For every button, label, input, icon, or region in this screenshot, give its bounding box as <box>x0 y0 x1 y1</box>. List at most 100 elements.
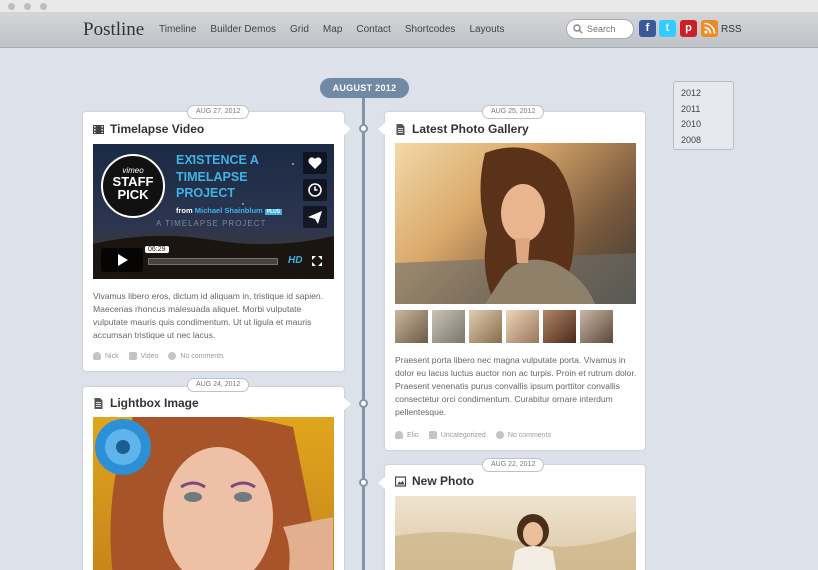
post-excerpt: Vivamus libero eros, dictum id aliquam i… <box>93 291 324 340</box>
post-card-timelapse-video: Timelapse Video vimeo STAFF PICK EXISTEN… <box>83 112 344 371</box>
post-title-text: Latest Photo Gallery <box>412 122 529 136</box>
post-comments-link[interactable]: No comments <box>180 353 223 360</box>
rss-link[interactable]: RSS <box>721 24 742 35</box>
facebook-icon[interactable]: f <box>639 20 656 37</box>
watch-later-button[interactable] <box>303 179 327 201</box>
post-date-badge: AUG 25, 2012 <box>482 105 545 119</box>
video-icon <box>93 124 104 134</box>
portrait-image <box>95 417 333 570</box>
gallery-thumbnail[interactable] <box>395 310 428 343</box>
post-card-latest-photo-gallery: Latest Photo Gallery Praesent porta libe… <box>385 112 645 450</box>
main-nav: Timeline Builder Demos Grid Map Contact … <box>159 24 518 35</box>
post-card-lightbox-image: Lightbox Image <box>83 387 344 570</box>
post-category-link[interactable]: Uncategorized <box>441 432 486 439</box>
top-navbar: Postline Timeline Builder Demos Grid Map… <box>0 13 818 48</box>
video-byline: from Michael Shainblum PLUS <box>176 206 283 215</box>
fullscreen-icon[interactable] <box>312 256 322 266</box>
card-pointer <box>378 477 385 489</box>
search-icon <box>573 24 583 34</box>
like-button[interactable] <box>303 152 327 174</box>
window-dot-minimize[interactable] <box>24 3 31 10</box>
video-progress-bar[interactable] <box>148 258 278 265</box>
clock-icon <box>308 183 322 197</box>
byline-prefix: from <box>176 206 193 215</box>
nav-item-shortcodes[interactable]: Shortcodes <box>405 24 456 35</box>
badge-main-text: STAFF PICK <box>112 174 154 202</box>
plus-badge: PLUS <box>264 209 283 215</box>
pinterest-icon[interactable]: p <box>680 20 697 37</box>
play-button[interactable] <box>101 248 143 272</box>
post-card-new-photo: New Photo <box>385 465 645 570</box>
post-excerpt: Praesent porta libero nec magna vulputat… <box>395 355 637 417</box>
post-title[interactable]: New Photo <box>395 474 474 488</box>
year-link-2012[interactable]: 2012 <box>681 86 733 102</box>
timeline-line <box>362 96 365 570</box>
nav-item-grid[interactable]: Grid <box>290 24 309 35</box>
lightbox-photo[interactable] <box>93 417 334 570</box>
post-date-badge: AUG 22, 2012 <box>482 458 545 472</box>
post-title[interactable]: Timelapse Video <box>93 122 204 136</box>
rss-icon[interactable] <box>701 20 718 37</box>
nav-item-builder-demos[interactable]: Builder Demos <box>210 24 276 35</box>
gallery-main-photo[interactable] <box>395 143 636 304</box>
user-icon <box>395 431 403 439</box>
search-box[interactable] <box>566 19 634 39</box>
gallery-thumbnail[interactable] <box>469 310 502 343</box>
post-title[interactable]: Lightbox Image <box>93 396 199 410</box>
nav-item-timeline[interactable]: Timeline <box>159 24 196 35</box>
new-photo-image[interactable] <box>395 496 636 570</box>
search-input[interactable] <box>587 24 631 34</box>
twitter-icon[interactable]: t <box>659 20 676 37</box>
timeline-month-label: AUGUST 2012 <box>320 78 409 98</box>
byline-author-link[interactable]: Michael Shainblum <box>195 206 263 215</box>
video-subtitle: A TIMELAPSE PROJECT <box>156 219 267 228</box>
document-icon <box>94 397 103 409</box>
year-link-2008[interactable]: 2008 <box>681 133 733 149</box>
video-time-label: 06:29 <box>145 246 169 253</box>
post-meta: Nick Video No comments <box>93 352 234 360</box>
hd-toggle[interactable]: HD <box>288 255 302 266</box>
folder-icon <box>428 431 437 439</box>
staff-pick-badge: vimeo STAFF PICK <box>101 154 165 218</box>
year-link-2010[interactable]: 2010 <box>681 117 733 133</box>
share-button[interactable] <box>303 206 327 228</box>
window-dot-close[interactable] <box>8 3 15 10</box>
nav-item-contact[interactable]: Contact <box>356 24 390 35</box>
vimeo-video-player[interactable]: vimeo STAFF PICK EXISTENCE A TIMELAPSE P… <box>93 144 334 279</box>
card-pointer <box>344 123 351 135</box>
user-icon <box>93 352 101 360</box>
post-meta: Elio Uncategorized No comments <box>395 431 561 439</box>
post-date-badge: AUG 27, 2012 <box>187 105 250 119</box>
nav-item-layouts[interactable]: Layouts <box>469 24 504 35</box>
post-date-badge: AUG 24, 2012 <box>187 378 250 392</box>
gallery-thumbnail[interactable] <box>580 310 613 343</box>
timeline-node <box>359 478 368 487</box>
site-logo[interactable]: Postline <box>83 19 144 41</box>
year-archive: 2012 2011 2010 2008 <box>673 81 734 150</box>
video-headline: EXISTENCE A TIMELAPSE PROJECT <box>176 153 259 200</box>
heart-icon <box>308 157 322 169</box>
post-title[interactable]: Latest Photo Gallery <box>395 122 529 136</box>
gallery-thumbnail[interactable] <box>432 310 465 343</box>
post-comments-link[interactable]: No comments <box>508 432 551 439</box>
timeline-node <box>359 124 368 133</box>
gallery-thumbnail[interactable] <box>506 310 539 343</box>
card-pointer <box>378 123 385 135</box>
blue-flower <box>95 419 151 475</box>
portrait-image <box>395 147 636 304</box>
image-icon <box>395 475 406 487</box>
post-category-link[interactable]: Video <box>141 353 159 360</box>
nav-item-map[interactable]: Map <box>323 24 342 35</box>
post-title-text: New Photo <box>412 474 474 488</box>
comment-icon <box>495 431 504 439</box>
gallery-thumbnail[interactable] <box>543 310 576 343</box>
field-photo <box>395 514 636 570</box>
comment-icon <box>168 352 177 360</box>
document-icon <box>396 123 405 135</box>
post-title-text: Lightbox Image <box>110 396 199 410</box>
post-author-link[interactable]: Elio <box>407 432 419 439</box>
browser-chrome <box>0 0 818 13</box>
year-link-2011[interactable]: 2011 <box>681 102 733 118</box>
post-author-link[interactable]: Nick <box>105 353 119 360</box>
window-dot-maximize[interactable] <box>40 3 47 10</box>
